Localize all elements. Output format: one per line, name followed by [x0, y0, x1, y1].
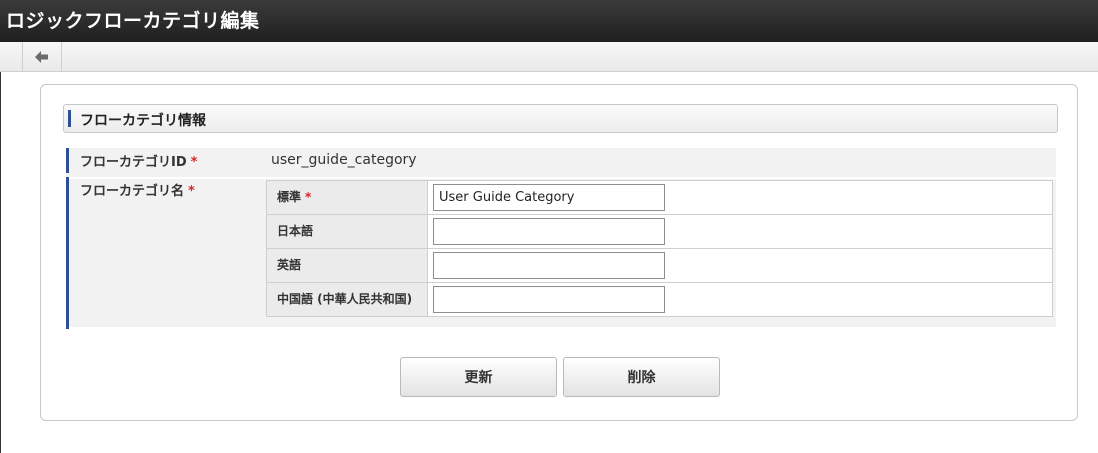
table-row: 標準 *	[266, 180, 1053, 215]
name-english-input[interactable]	[433, 252, 665, 279]
language-label-cell: 英語	[266, 248, 428, 283]
language-value-cell	[427, 180, 1053, 215]
page-title: ロジックフローカテゴリ編集	[6, 10, 260, 32]
category-name-row: フローカテゴリ名* 標準* 日本語 英語	[66, 177, 1056, 329]
required-mark: *	[188, 184, 195, 199]
name-japanese-input[interactable]	[433, 218, 665, 245]
category-name-label-cell: フローカテゴリ名 *	[66, 177, 264, 329]
category-id-value: user_guide_category	[271, 152, 417, 168]
section-title: フローカテゴリ情報	[80, 113, 206, 129]
name-standard-input[interactable]	[433, 184, 665, 211]
required-mark: *	[305, 190, 312, 204]
language-value-cell	[427, 282, 1053, 317]
required-mark: *	[190, 155, 198, 170]
language-label-japanese: 日本語	[277, 224, 314, 238]
language-value-cell	[427, 248, 1053, 283]
toolbar	[0, 42, 1098, 72]
delete-button[interactable]: 削除	[563, 357, 720, 397]
language-value-cell	[427, 214, 1053, 249]
name-chinese-input[interactable]	[433, 286, 665, 313]
table-row: 英語	[266, 248, 1053, 283]
category-id-row: フローカテゴリID * user_guide_category	[66, 148, 1056, 177]
category-name-label: フローカテゴリ名	[80, 184, 185, 199]
back-button[interactable]	[22, 42, 62, 71]
category-id-label: フローカテゴリID	[80, 155, 187, 170]
language-label-english: 英語	[277, 258, 302, 272]
table-row: 日本語	[266, 214, 1053, 249]
form-panel: フローカテゴリ情報 フローカテゴリID * user_guide_category…	[40, 84, 1078, 421]
language-label-cell: 標準 *	[266, 180, 428, 215]
update-button[interactable]: 更新	[400, 357, 557, 397]
category-id-label-cell: フローカテゴリID *	[66, 148, 264, 173]
section-header: フローカテゴリ情報	[63, 104, 1058, 133]
language-name-table: 標準* 日本語 英語	[266, 180, 1053, 317]
window-edge	[0, 72, 1, 453]
section-accent-bar	[68, 110, 71, 127]
language-label-chinese: 中国語 (中華人民共和国)	[277, 292, 413, 306]
table-row: 中国語 (中華人民共和国)	[266, 282, 1053, 317]
title-bar: ロジックフローカテゴリ編集	[0, 0, 1098, 42]
language-label-cell: 中国語 (中華人民共和国)	[266, 282, 428, 317]
arrow-left-icon	[35, 50, 48, 63]
language-label-standard: 標準	[277, 190, 302, 204]
language-label-cell: 日本語	[266, 214, 428, 249]
